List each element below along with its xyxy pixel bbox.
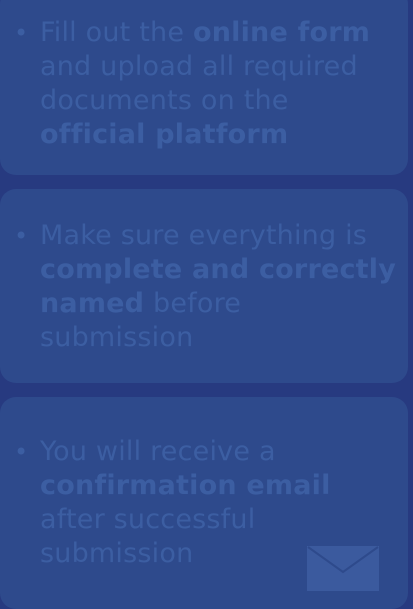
bullet-dot: • [14,438,29,466]
bullet-item: • Fill out the online form and upload al… [14,16,402,152]
text-fragment: and upload all required documents on the [40,51,358,116]
bullet-dot: • [14,222,29,250]
bullet-text: Fill out the online form and upload all … [40,16,402,152]
instruction-card-confirmation: • You will receive a confirmation email … [0,397,408,609]
text-emphasis: online form [192,17,371,48]
bullet-item: • Make sure everything is complete and c… [14,219,402,355]
text-emphasis: official platform [40,119,289,150]
text-emphasis: confirmation email [40,470,331,501]
envelope-icon [307,546,379,591]
bullet-text: Make sure everything is complete and cor… [40,219,402,355]
text-fragment: Fill out the [40,17,193,48]
text-fragment: You will receive a [40,436,276,467]
instruction-card-online-form: • Fill out the online form and upload al… [0,0,408,175]
text-fragment: after successful submission [40,504,256,569]
instruction-card-complete-check: • Make sure everything is complete and c… [0,189,408,383]
bullet-dot: • [14,19,29,47]
text-fragment: Make sure everything is [40,220,368,251]
